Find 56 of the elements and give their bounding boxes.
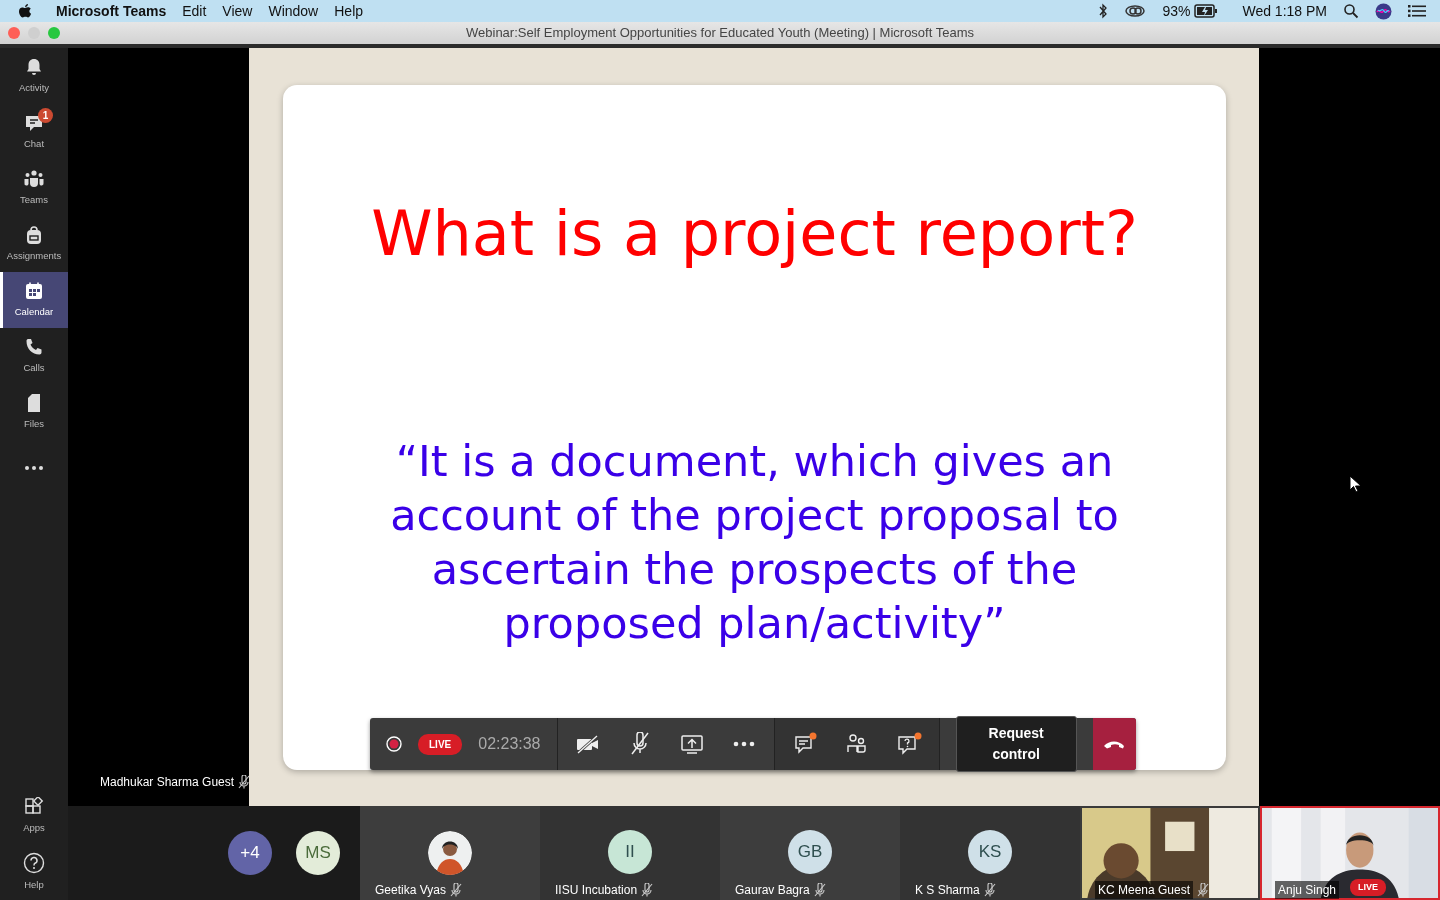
app-name[interactable]: Microsoft Teams	[56, 0, 167, 22]
menu-item[interactable]: Help	[334, 0, 364, 22]
sidebar-tab[interactable]: Calendar	[0, 272, 68, 328]
backpack-icon	[24, 224, 44, 245]
avatar: KS	[968, 830, 1012, 874]
siri-icon[interactable]	[1375, 2, 1392, 20]
menu-item[interactable]: Edit	[182, 0, 207, 22]
sidebar-tab[interactable]: Calls	[0, 328, 68, 384]
participant-name: Anju Singh	[1275, 881, 1340, 899]
search-icon[interactable]	[1343, 3, 1359, 19]
request-control-button[interactable]: Request control	[955, 716, 1077, 772]
menu-clock[interactable]: Wed 1:18 PM	[1242, 0, 1327, 22]
calendar-icon	[24, 280, 44, 301]
battery-icon[interactable]	[1194, 4, 1219, 18]
participant-name: K S Sharma	[915, 882, 980, 899]
help-icon	[23, 851, 45, 874]
more-icon	[24, 465, 44, 471]
share-screen-icon	[679, 733, 704, 755]
bluetooth-icon[interactable]	[1098, 3, 1109, 19]
slide-quote: “It is a document, which gives an account of the project proposal to ascertain the prospects of the proposed plan/activity”	[389, 435, 1120, 651]
bell-icon	[24, 56, 44, 77]
battery-percent: 93%	[1162, 1, 1191, 21]
avatar: MS	[296, 831, 340, 875]
hang-up-button[interactable]	[1092, 718, 1136, 770]
mouse-cursor-icon	[1349, 475, 1361, 493]
menu-item[interactable]: View	[222, 0, 253, 22]
apps-icon	[24, 796, 44, 817]
window-title: Webinar:Self Employment Opportunities for Educated Youth (Meeting) | Microsoft Teams	[465, 24, 975, 43]
phone-hangup-icon	[1103, 739, 1126, 749]
avatar: II	[608, 830, 652, 874]
participant-name: KC Meena Guest	[1095, 881, 1194, 899]
menu-item[interactable]: Window	[268, 0, 319, 22]
sidebar-tab[interactable]: Apps	[0, 788, 68, 844]
sidebar-tab[interactable]: Assignments	[0, 216, 68, 272]
phone-icon	[24, 336, 44, 357]
cloud-sync-icon[interactable]	[1124, 3, 1147, 19]
people-icon	[844, 732, 869, 756]
people-group-icon	[23, 168, 45, 189]
more-icon	[732, 741, 755, 747]
sidebar-tab[interactable]: Teams	[0, 160, 68, 216]
sidebar-tab[interactable]: Help	[0, 844, 68, 900]
list-icon[interactable]	[1408, 4, 1426, 18]
live-badge: LIVE	[418, 733, 463, 755]
participant-name: IISU Incubation	[555, 882, 638, 899]
apple-icon	[18, 3, 32, 19]
sidebar-tab[interactable]: Chat 1	[0, 104, 68, 160]
avatar: GB	[788, 830, 832, 874]
slide-title: What is a project report?	[370, 197, 1139, 272]
sidebar-tab[interactable]: Files	[0, 384, 68, 440]
participant-name: Geetika Vyas	[375, 882, 446, 899]
call-duration: 02:23:38	[478, 734, 541, 754]
more-participants-button[interactable]: +4	[228, 831, 272, 875]
participant-name: Gaurav Bagra	[735, 882, 810, 899]
notification-count: 1	[38, 108, 53, 123]
presenter-name: Madhukar Sharma Guest	[100, 774, 235, 791]
sidebar-tab[interactable]: Activity	[0, 48, 68, 104]
